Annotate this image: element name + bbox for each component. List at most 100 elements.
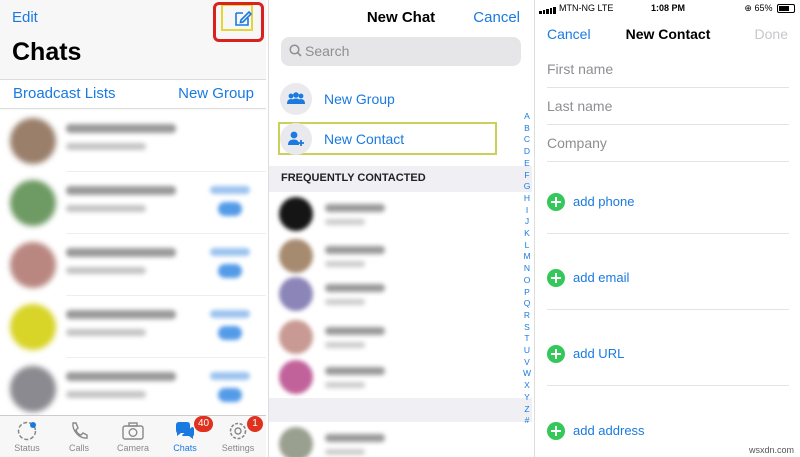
tab-chats[interactable]: Chats 40	[160, 416, 214, 453]
index-letter[interactable]: H	[522, 193, 532, 205]
new-group-item[interactable]: New Group	[269, 80, 509, 118]
index-letter[interactable]: C	[522, 134, 532, 146]
index-letter[interactable]: Z	[522, 404, 532, 416]
add-url-row[interactable]: add URL	[547, 334, 789, 386]
index-letter[interactable]: V	[522, 357, 532, 369]
cancel-button[interactable]: Cancel	[473, 9, 520, 26]
index-letter[interactable]: R	[522, 310, 532, 322]
battery-percent: 65%	[754, 3, 773, 13]
camera-icon	[122, 422, 144, 440]
section-header: FREQUENTLY CONTACTED	[269, 166, 532, 192]
last-name-input[interactable]	[547, 98, 787, 114]
compose-button[interactable]	[213, 2, 264, 42]
contact-row[interactable]	[269, 195, 519, 235]
index-letter[interactable]: D	[522, 146, 532, 158]
chat-row[interactable]	[0, 172, 266, 234]
index-letter[interactable]: P	[522, 287, 532, 299]
tab-camera-label: Camera	[116, 443, 149, 453]
chat-name	[66, 310, 176, 319]
contact-status	[325, 219, 365, 225]
status-icon	[17, 421, 37, 441]
contact-status	[325, 299, 365, 305]
chat-row[interactable]	[0, 296, 266, 358]
chats-badge: 40	[194, 416, 214, 432]
last-name-field[interactable]	[547, 89, 789, 125]
contact-name	[325, 434, 385, 442]
tab-camera[interactable]: Camera	[108, 418, 158, 453]
avatar	[10, 242, 56, 288]
avatar	[10, 118, 56, 164]
index-letter[interactable]: N	[522, 263, 532, 275]
chat-row[interactable]	[0, 358, 266, 420]
new-chat-screen: New Chat Cancel Search New Group New Con…	[268, 0, 532, 457]
avatar	[10, 366, 56, 412]
index-letter[interactable]: Q	[522, 298, 532, 310]
index-letter[interactable]: J	[522, 216, 532, 228]
calls-icon	[72, 422, 88, 439]
chat-preview	[66, 267, 146, 274]
watermark: wsxdn.com	[748, 445, 794, 455]
broadcast-lists-link[interactable]: Broadcast Lists	[13, 85, 116, 102]
add-email-label: add email	[573, 270, 630, 285]
frequently-contacted-header: FREQUENTLY CONTACTED	[281, 172, 426, 184]
index-letter[interactable]: G	[522, 181, 532, 193]
tab-chats-label: Chats	[173, 443, 197, 453]
index-letter[interactable]: #	[522, 415, 532, 427]
index-letter[interactable]: X	[522, 380, 532, 392]
search-input[interactable]: Search	[281, 37, 521, 66]
unread-badge	[218, 202, 242, 216]
first-name-input[interactable]	[547, 61, 787, 77]
new-group-link[interactable]: New Group	[178, 85, 254, 102]
index-letter[interactable]: B	[522, 123, 532, 135]
tab-status[interactable]: Status	[2, 418, 52, 453]
chat-row[interactable]	[0, 110, 266, 172]
avatar	[10, 180, 56, 226]
avatar	[279, 239, 313, 273]
alphabet-index[interactable]: A B C D E F G H I J K L M N O P Q R S T U V W X Y Z #	[522, 111, 532, 427]
contact-row[interactable]	[269, 358, 519, 398]
index-letter[interactable]: T	[522, 333, 532, 345]
add-email-row[interactable]: add email	[547, 258, 789, 310]
contact-row[interactable]	[269, 425, 519, 457]
index-letter[interactable]: E	[522, 158, 532, 170]
tab-calls[interactable]: Calls	[54, 418, 104, 453]
index-letter[interactable]: A	[522, 111, 532, 123]
group-icon-circle	[280, 83, 312, 115]
chat-row[interactable]	[0, 234, 266, 296]
new-group-label: New Group	[324, 91, 395, 107]
contact-name	[325, 204, 385, 212]
index-letter[interactable]: M	[522, 251, 532, 263]
contact-row[interactable]	[269, 237, 519, 277]
index-letter[interactable]: S	[522, 322, 532, 334]
index-letter[interactable]: L	[522, 240, 532, 252]
first-name-field[interactable]	[547, 52, 789, 88]
chat-time	[210, 248, 250, 256]
index-letter[interactable]: O	[522, 275, 532, 287]
edit-button[interactable]: Edit	[12, 9, 38, 26]
contact-row[interactable]	[269, 318, 519, 358]
company-input[interactable]	[547, 135, 787, 151]
avatar	[279, 320, 313, 354]
add-icon	[547, 269, 565, 287]
done-button[interactable]: Done	[755, 26, 788, 42]
add-url-label: add URL	[573, 346, 625, 361]
index-letter[interactable]: U	[522, 345, 532, 357]
avatar	[279, 277, 313, 311]
battery-group: ⊕ 65%	[744, 3, 795, 14]
tab-settings[interactable]: Settings 1	[213, 416, 263, 453]
add-phone-row[interactable]: add phone	[547, 182, 789, 234]
add-contact-icon-circle	[280, 123, 312, 155]
index-letter[interactable]: Y	[522, 392, 532, 404]
index-letter[interactable]: F	[522, 170, 532, 182]
index-letter[interactable]: I	[522, 205, 532, 217]
add-phone-label: add phone	[573, 194, 635, 209]
index-letter[interactable]: W	[522, 368, 532, 380]
compose-icon	[235, 10, 252, 26]
new-contact-item[interactable]: New Contact	[269, 120, 509, 158]
contact-name	[325, 284, 385, 292]
company-field[interactable]	[547, 126, 789, 162]
index-letter[interactable]: K	[522, 228, 532, 240]
chat-time	[210, 372, 250, 380]
contact-row[interactable]	[269, 275, 519, 315]
battery-icon	[777, 4, 795, 14]
